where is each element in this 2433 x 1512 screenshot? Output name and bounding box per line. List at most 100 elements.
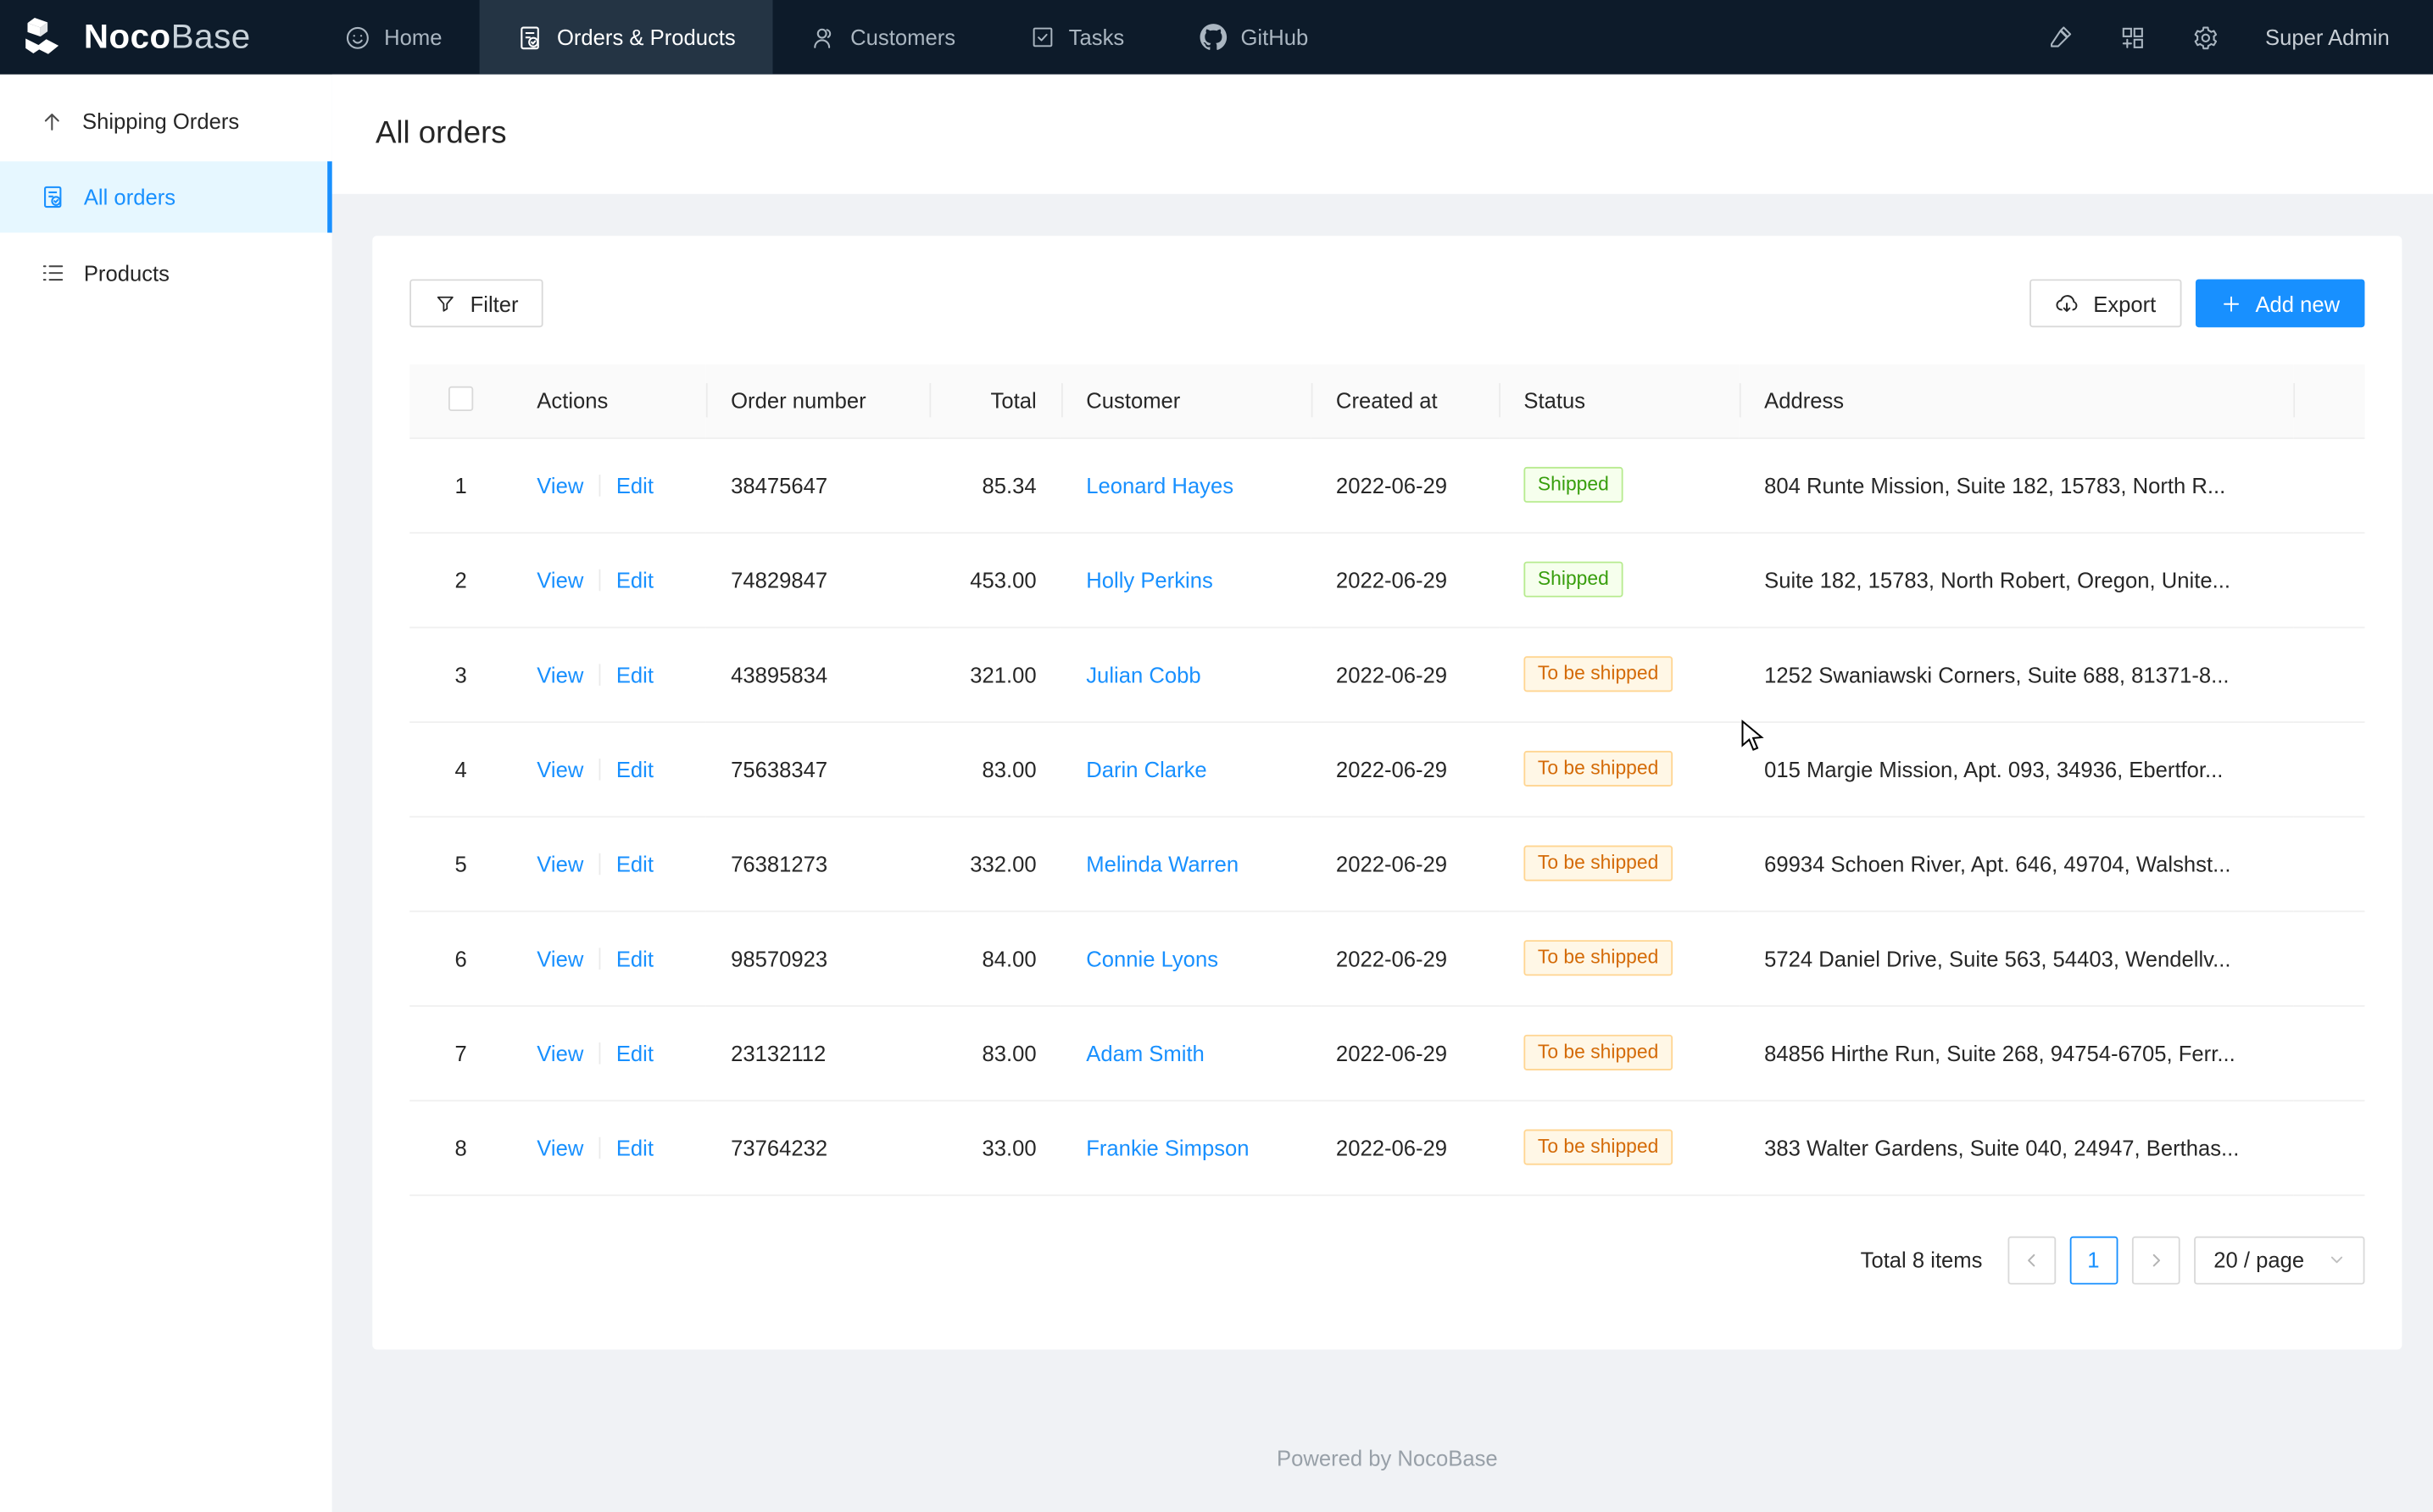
table-row[interactable]: 4 ViewEdit 75638347 83.00 Darin Clarke 2… [409,721,2364,816]
column-header-order-number: Order number [706,364,930,437]
mouse-cursor [1741,720,1766,753]
content-area: Filter Export [332,194,2433,1470]
settings-gear-icon[interactable] [2192,24,2219,50]
edit-link[interactable]: Edit [616,946,654,970]
add-new-button[interactable]: Add new [2195,279,2364,327]
order-number-cell: 43895834 [706,626,930,721]
table-row[interactable]: 6 ViewEdit 98570923 84.00 Connie Lyons 2… [409,910,2364,1005]
edit-link[interactable]: Edit [616,1040,654,1065]
user-menu[interactable]: Super Admin [2265,25,2390,49]
table-row[interactable]: 2 ViewEdit 74829847 453.00 Holly Perkins… [409,532,2364,627]
tab-home[interactable]: Home [307,0,480,75]
highlighter-icon[interactable] [2046,24,2073,50]
sidebar-item-all-orders[interactable]: All orders [0,161,332,232]
sidebar-item-shipping-orders[interactable]: Shipping Orders [0,86,332,157]
status-cell: To be shipped [1499,1005,1740,1100]
plugin-blocks-icon[interactable] [2119,24,2146,50]
customer-link[interactable]: Julian Cobb [1086,662,1200,687]
customer-link[interactable]: Leonard Hayes [1086,472,1233,497]
customer-link[interactable]: Holly Perkins [1086,567,1213,592]
action-divider [599,947,601,969]
created-at-cell: 2022-06-29 [1311,532,1499,627]
customers-icon [810,24,837,50]
column-header-actions: Actions [512,364,706,437]
tab-label: Home [384,25,442,49]
row-index: 4 [454,756,466,781]
page-size-select[interactable]: 20 / page [2193,1236,2364,1284]
filter-button[interactable]: Filter [409,279,543,327]
actions-cell: View Edit [512,721,706,816]
tab-orders-products[interactable]: Orders & Products [479,0,772,75]
edit-link[interactable]: Edit [616,662,654,687]
sidebar-item-products[interactable]: Products [0,237,332,309]
status-cell: To be shipped [1499,816,1740,911]
extra-cell [2293,1005,2364,1100]
orders-doc-icon [41,185,65,209]
customer-cell: Darin Clarke [1061,721,1311,816]
view-link[interactable]: View [537,472,583,497]
tab-label: GitHub [1240,25,1308,49]
next-page-button[interactable] [2131,1236,2180,1284]
table-row[interactable]: 5 ViewEdit 76381273 332.00 Melinda Warre… [409,816,2364,911]
view-link[interactable]: View [537,567,583,592]
tab-label: Customers [850,25,955,49]
address-cell: 1252 Swaniawski Corners, Suite 688, 8137… [1740,626,2293,721]
total-cell: 453.00 [929,532,1061,627]
view-link[interactable]: View [537,1040,583,1065]
tab-customers[interactable]: Customers [773,0,993,75]
customer-link[interactable]: Adam Smith [1086,1040,1205,1065]
customer-cell: Connie Lyons [1061,910,1311,1005]
actions-cell: View Edit [512,626,706,721]
row-index: 8 [454,1135,466,1159]
smiley-icon [344,24,370,50]
view-link[interactable]: View [537,851,583,876]
orders-table: Actions Order number Total Customer Crea… [409,364,2364,1195]
actions-cell: View Edit [512,437,706,532]
customer-link[interactable]: Frankie Simpson [1086,1135,1249,1159]
status-cell: To be shipped [1499,721,1740,816]
edit-link[interactable]: Edit [616,472,654,497]
chevron-down-icon [2329,1252,2344,1267]
select-all-checkbox[interactable] [448,386,473,410]
export-button[interactable]: Export [2029,279,2180,327]
table-row[interactable]: 3 ViewEdit 43895834 321.00 Julian Cobb 2… [409,626,2364,721]
page-number-button[interactable]: 1 [2069,1236,2118,1284]
customer-cell: Holly Perkins [1061,532,1311,627]
status-cell: To be shipped [1499,910,1740,1005]
edit-link[interactable]: Edit [616,567,654,592]
sidebar: Shipping Orders All orders [0,75,332,1512]
customer-cell: Julian Cobb [1061,626,1311,721]
view-link[interactable]: View [537,1135,583,1159]
column-header-extra [2293,364,2364,437]
status-cell: Shipped [1499,532,1740,627]
extra-cell [2293,626,2364,721]
actions-cell: View Edit [512,1005,706,1100]
order-number-cell: 75638347 [706,721,930,816]
edit-link[interactable]: Edit [616,851,654,876]
card-toolbar: Filter Export [409,279,2364,327]
page-header: All orders [332,75,2433,194]
arrow-up-icon [41,109,64,132]
view-link[interactable]: View [537,946,583,970]
view-link[interactable]: View [537,756,583,781]
total-cell: 83.00 [929,721,1061,816]
table-row[interactable]: 7 ViewEdit 23132112 83.00 Adam Smith 202… [409,1005,2364,1100]
address-cell: 69934 Schoen River, Apt. 646, 49704, Wal… [1740,816,2293,911]
created-at-cell: 2022-06-29 [1311,437,1499,532]
column-header-address: Address [1740,364,2293,437]
prev-page-button[interactable] [2007,1236,2056,1284]
edit-link[interactable]: Edit [616,756,654,781]
table-row[interactable]: 8 ViewEdit 73764232 33.00 Frankie Simpso… [409,1100,2364,1195]
nocobase-brand[interactable]: NocoBase [0,0,285,75]
customer-link[interactable]: Connie Lyons [1086,946,1218,970]
filter-funnel-icon [434,292,456,314]
tab-github[interactable]: GitHub [1161,0,1345,75]
status-badge: To be shipped [1523,1035,1672,1070]
tab-tasks[interactable]: Tasks [993,0,1161,75]
customer-link[interactable]: Darin Clarke [1086,756,1206,781]
row-index: 1 [454,472,466,497]
view-link[interactable]: View [537,662,583,687]
table-row[interactable]: 1 ViewEdit 38475647 85.34 Leonard Hayes … [409,437,2364,532]
edit-link[interactable]: Edit [616,1135,654,1159]
customer-link[interactable]: Melinda Warren [1086,851,1239,876]
